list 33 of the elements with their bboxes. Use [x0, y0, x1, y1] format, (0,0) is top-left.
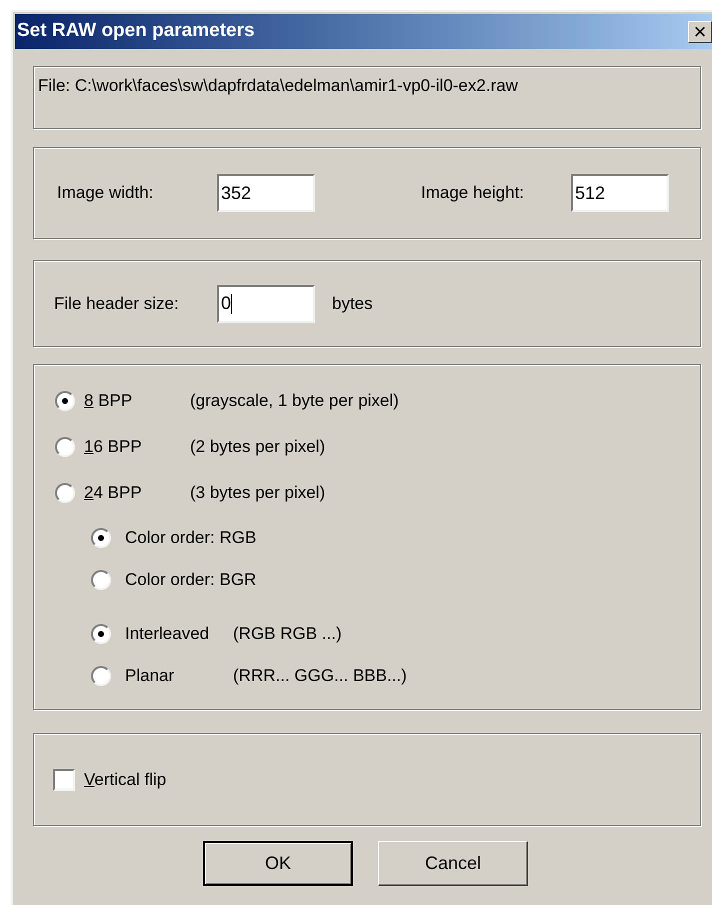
option-note: (2 bytes per pixel) — [190, 436, 326, 458]
dialog-button[interactable]: OK — [203, 841, 353, 886]
option-label[interactable]: Planar — [125, 663, 225, 689]
radio-button[interactable] — [55, 391, 75, 411]
option-note: (grayscale, 1 byte per pixel) — [190, 390, 399, 412]
radio-button[interactable] — [55, 483, 75, 503]
radio-button[interactable] — [55, 437, 75, 457]
radio-button[interactable] — [91, 570, 111, 590]
field-label: File header size: — [54, 292, 180, 315]
unit-label: bytes — [332, 292, 373, 315]
radio-button[interactable] — [91, 624, 111, 644]
checkbox-label[interactable]: Vertical flip — [84, 766, 166, 792]
close-button[interactable]: × — [688, 20, 712, 42]
option-note: (RGB RGB ...) — [233, 623, 342, 646]
option-label[interactable]: 16 BPP — [84, 434, 190, 460]
radio-button[interactable] — [91, 666, 111, 686]
checkbox[interactable] — [53, 768, 75, 790]
option-label[interactable]: 24 BPP — [84, 480, 190, 506]
option-note: (3 bytes per pixel) — [190, 482, 326, 504]
option-label[interactable]: 8 BPP — [84, 388, 190, 414]
option-label[interactable]: Interleaved — [125, 621, 225, 647]
input-field[interactable]: 352 — [217, 174, 315, 212]
radio-button[interactable] — [91, 528, 111, 548]
option-label[interactable]: Color order: BGR — [125, 567, 256, 593]
option-note: (RRR... GGG... BBB...) — [233, 665, 407, 688]
input-field[interactable]: 512 — [571, 174, 669, 212]
file-path-label: File: C:\work\faces\sw\dapfrdata\edelman\amir1-vp0-il0-ex2.raw — [38, 76, 518, 95]
field-label: Image height: — [421, 182, 526, 204]
option-label[interactable]: Color order: RGB — [125, 525, 256, 551]
window-title: Set RAW open parameters — [17, 19, 255, 44]
input-field[interactable]: 0 — [217, 284, 315, 322]
dialog-button[interactable]: Cancel — [378, 841, 528, 886]
field-label: Image width: — [57, 182, 154, 204]
